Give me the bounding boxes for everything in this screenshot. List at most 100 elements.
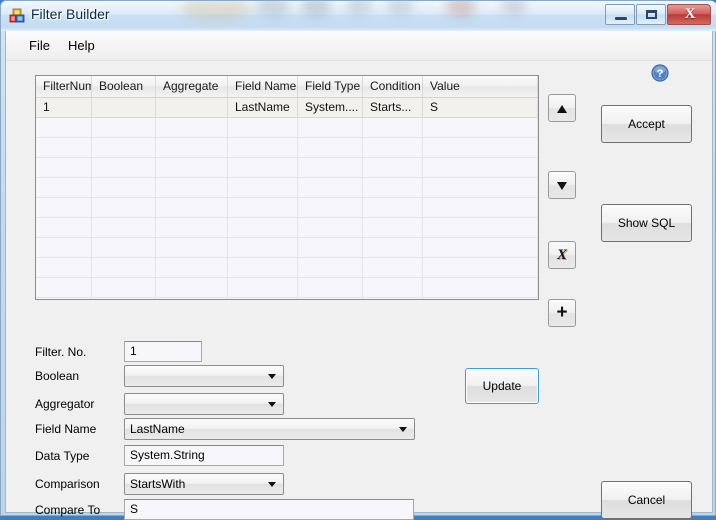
grid-cell[interactable] <box>363 258 423 277</box>
grid-cell[interactable] <box>156 258 228 277</box>
combobox-aggregator[interactable] <box>124 393 284 415</box>
add-filter-button[interactable]: + <box>548 299 576 327</box>
maximize-button[interactable] <box>636 4 666 25</box>
grid-cell[interactable] <box>228 198 298 217</box>
chevron-down-icon[interactable] <box>268 402 276 407</box>
grid-column-header[interactable]: Value <box>423 76 538 97</box>
grid-cell[interactable] <box>92 178 156 197</box>
grid-cell[interactable] <box>363 278 423 297</box>
grid-cell[interactable] <box>36 138 92 157</box>
grid-cell[interactable] <box>363 138 423 157</box>
filter-grid[interactable]: FilterNum Boolean Aggregate Field Name Field… <box>35 75 539 300</box>
grid-cell[interactable] <box>298 178 363 197</box>
grid-row-empty[interactable] <box>36 258 538 278</box>
grid-cell[interactable] <box>92 298 156 299</box>
grid-cell[interactable] <box>156 138 228 157</box>
grid-column-header[interactable]: Field Type <box>298 76 363 97</box>
grid-cell[interactable] <box>92 278 156 297</box>
grid-column-header[interactable]: Aggregate <box>156 76 228 97</box>
grid-cell[interactable] <box>423 298 538 299</box>
grid-cell[interactable] <box>92 258 156 277</box>
grid-row-empty[interactable] <box>36 278 538 298</box>
grid-cell[interactable]: System.... <box>298 98 363 117</box>
grid-row-empty[interactable] <box>36 138 538 158</box>
grid-cell[interactable] <box>36 218 92 237</box>
grid-cell[interactable] <box>228 178 298 197</box>
grid-cell[interactable] <box>298 198 363 217</box>
grid-cell[interactable]: LastName <box>228 98 298 117</box>
grid-cell[interactable] <box>363 298 423 299</box>
grid-cell[interactable] <box>423 178 538 197</box>
grid-cell[interactable] <box>92 218 156 237</box>
grid-cell[interactable] <box>36 258 92 277</box>
chevron-down-icon[interactable] <box>399 427 407 432</box>
grid-cell[interactable] <box>156 278 228 297</box>
update-button[interactable]: Update <box>465 368 539 404</box>
grid-cell[interactable] <box>92 158 156 177</box>
grid-row-empty[interactable] <box>36 118 538 138</box>
grid-cell[interactable] <box>228 298 298 299</box>
grid-cell[interactable] <box>363 218 423 237</box>
grid-row-empty[interactable] <box>36 238 538 258</box>
grid-cell[interactable] <box>298 238 363 257</box>
grid-cell[interactable] <box>156 298 228 299</box>
grid-cell[interactable]: Starts... <box>363 98 423 117</box>
grid-cell[interactable] <box>423 278 538 297</box>
cancel-button[interactable]: Cancel <box>601 481 692 519</box>
grid-body[interactable]: 1 LastName System.... Starts... S <box>36 98 538 299</box>
grid-row-empty[interactable] <box>36 298 538 299</box>
minimize-button[interactable] <box>605 4 635 25</box>
grid-cell[interactable] <box>363 178 423 197</box>
grid-cell[interactable] <box>92 198 156 217</box>
grid-cell[interactable] <box>36 198 92 217</box>
grid-cell[interactable] <box>423 198 538 217</box>
grid-cell[interactable] <box>92 98 156 117</box>
grid-cell[interactable] <box>423 218 538 237</box>
grid-cell[interactable] <box>36 278 92 297</box>
grid-cell[interactable] <box>92 138 156 157</box>
grid-row-empty[interactable] <box>36 178 538 198</box>
grid-cell[interactable] <box>228 238 298 257</box>
grid-row[interactable]: 1 LastName System.... Starts... S <box>36 98 538 118</box>
grid-column-header[interactable]: FilterNum <box>36 76 92 97</box>
grid-cell[interactable] <box>156 218 228 237</box>
menu-item-help[interactable]: Help <box>61 37 102 55</box>
grid-cell[interactable] <box>228 258 298 277</box>
grid-column-header[interactable]: Condition <box>363 76 423 97</box>
grid-cell[interactable] <box>92 238 156 257</box>
input-data-type[interactable]: System.String <box>124 445 284 466</box>
grid-cell[interactable]: S <box>423 98 538 117</box>
combobox-field-name[interactable]: LastName <box>124 418 415 440</box>
input-filter-no[interactable]: 1 <box>124 341 202 362</box>
grid-cell[interactable] <box>156 98 228 117</box>
grid-cell[interactable] <box>156 158 228 177</box>
grid-cell[interactable] <box>298 158 363 177</box>
grid-cell[interactable] <box>92 118 156 137</box>
grid-cell[interactable] <box>298 258 363 277</box>
menu-item-file[interactable]: File <box>22 37 57 55</box>
grid-cell[interactable] <box>156 238 228 257</box>
show-sql-button[interactable]: Show SQL <box>601 204 692 242</box>
grid-cell[interactable] <box>298 278 363 297</box>
grid-cell[interactable] <box>363 198 423 217</box>
grid-cell[interactable] <box>423 238 538 257</box>
grid-column-header[interactable]: Field Name <box>228 76 298 97</box>
grid-cell[interactable] <box>228 118 298 137</box>
grid-cell[interactable] <box>298 138 363 157</box>
delete-filter-button[interactable]: X <box>548 241 576 269</box>
grid-cell[interactable] <box>298 118 363 137</box>
grid-cell[interactable] <box>423 118 538 137</box>
input-compare-to[interactable]: S <box>124 499 414 520</box>
grid-cell[interactable] <box>228 138 298 157</box>
grid-cell[interactable] <box>363 118 423 137</box>
chevron-down-icon[interactable] <box>268 374 276 379</box>
grid-cell[interactable] <box>423 258 538 277</box>
grid-row-empty[interactable] <box>36 158 538 178</box>
grid-cell[interactable] <box>36 238 92 257</box>
grid-cell[interactable]: 1 <box>36 98 92 117</box>
grid-cell[interactable] <box>36 158 92 177</box>
grid-cell[interactable] <box>363 158 423 177</box>
grid-cell[interactable] <box>36 118 92 137</box>
grid-cell[interactable] <box>156 178 228 197</box>
grid-cell[interactable] <box>36 178 92 197</box>
